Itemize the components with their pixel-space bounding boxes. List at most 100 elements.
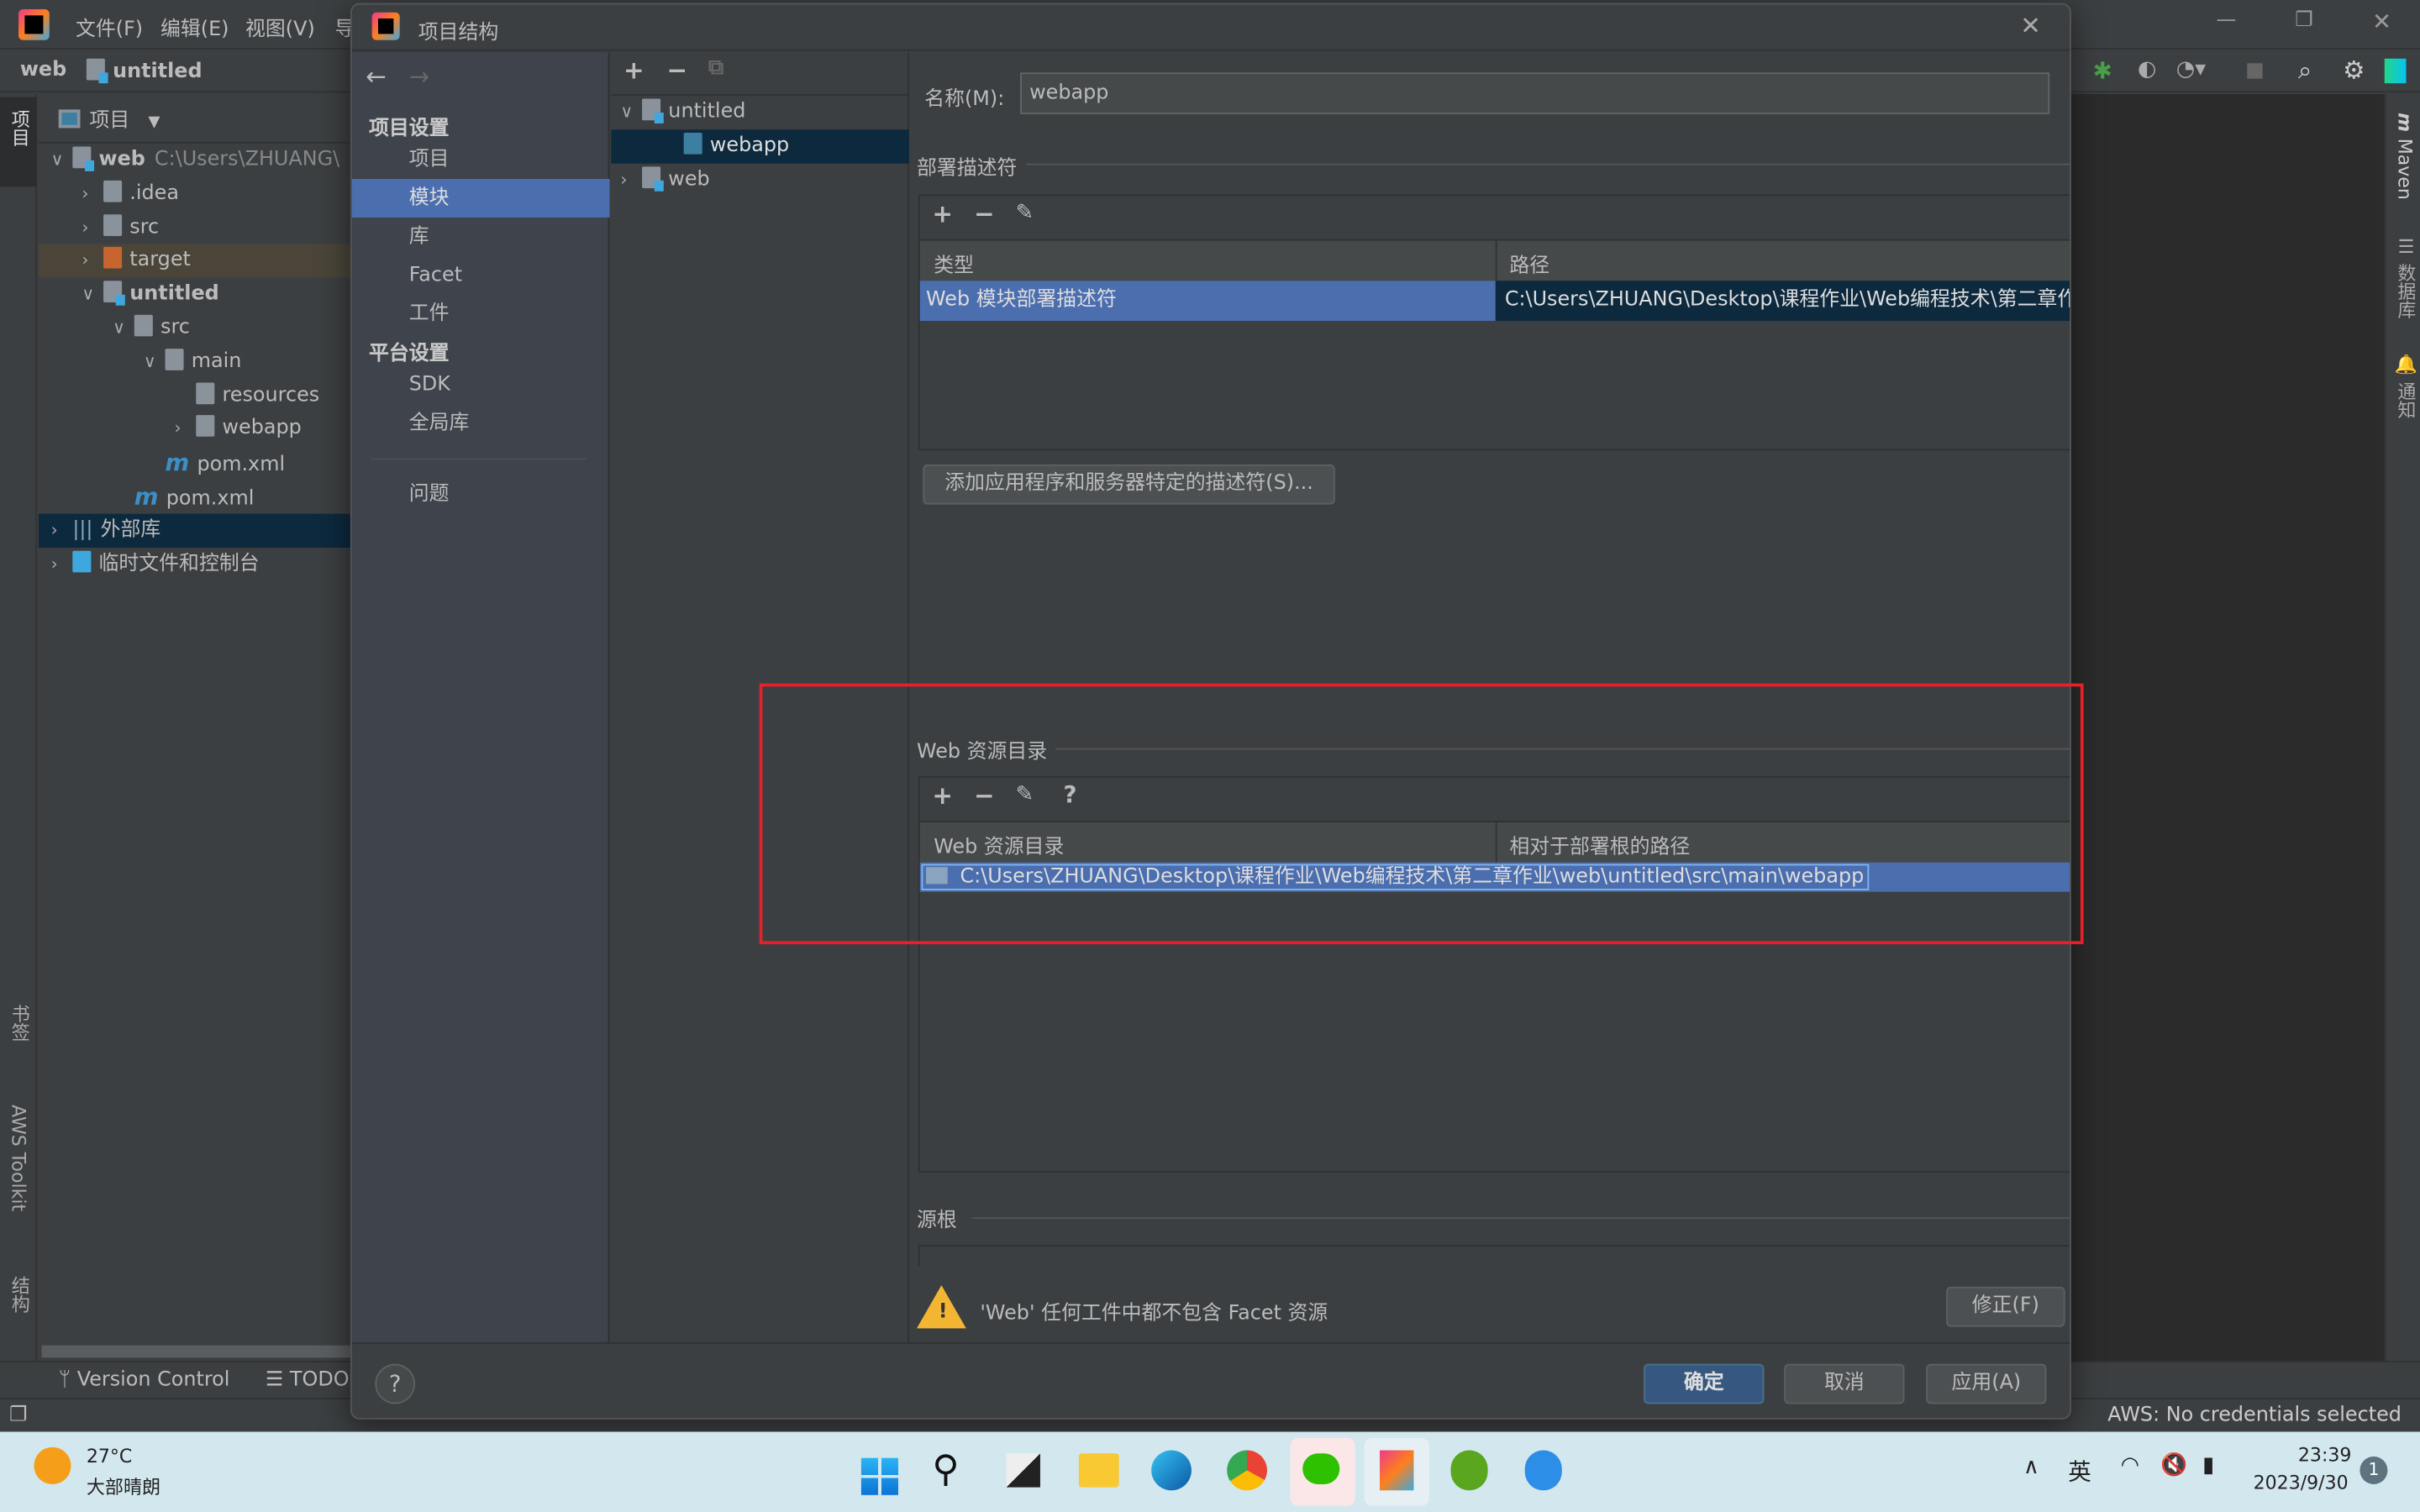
- copy-module-button[interactable]: ⧉: [708, 55, 723, 80]
- project-tree-item[interactable]: › 临时文件和控制台: [39, 547, 350, 580]
- chevron-down-icon[interactable]: ∨: [113, 312, 134, 345]
- project-tree-item[interactable]: resources: [39, 379, 350, 412]
- project-tree-item[interactable]: m pom.xml: [39, 480, 350, 513]
- help-button[interactable]: ?: [375, 1363, 416, 1404]
- descriptor-type-cell[interactable]: Web 模块部署描述符: [919, 281, 1496, 322]
- project-tree-item[interactable]: › ||| 外部库: [38, 513, 350, 548]
- project-tree-item[interactable]: › .idea: [39, 177, 350, 211]
- chevron-right-icon[interactable]: ›: [82, 244, 103, 278]
- chevron-right-icon[interactable]: ›: [51, 547, 73, 580]
- ok-button[interactable]: 确定: [1644, 1363, 1765, 1404]
- chevron-right-icon[interactable]: ›: [82, 211, 103, 244]
- project-tree-item[interactable]: ∨ untitled: [39, 278, 350, 312]
- breadcrumb-web[interactable]: web: [20, 59, 66, 82]
- tab-version-control[interactable]: ᛘ Version Control: [59, 1368, 230, 1392]
- tree-item-web[interactable]: › web: [611, 164, 908, 197]
- project-view-selector[interactable]: 项目 ▼: [58, 103, 160, 133]
- apply-button[interactable]: 应用(A): [1926, 1363, 2047, 1404]
- nav-item-facets[interactable]: Facet: [352, 256, 610, 295]
- gear-icon[interactable]: ⚙: [2343, 55, 2365, 85]
- tab-todo[interactable]: ☰ TODO: [266, 1368, 350, 1392]
- chevron-right-icon[interactable]: ›: [51, 513, 73, 547]
- name-input[interactable]: [1020, 72, 2050, 114]
- chevron-right-icon[interactable]: ›: [82, 177, 103, 211]
- breadcrumb-untitled[interactable]: untitled: [86, 58, 203, 84]
- nav-item-modules[interactable]: 模块: [351, 179, 610, 218]
- descriptor-path-cell[interactable]: C:\Users\ZHUANG\Desktop\课程作业\Web编程技术\第二章…: [1495, 281, 2070, 322]
- notification-badge[interactable]: 1: [2360, 1456, 2388, 1484]
- paint-icon[interactable]: [1524, 1450, 1562, 1491]
- aws-status[interactable]: AWS: No credentials selected: [2107, 1404, 2402, 1427]
- debug-icon[interactable]: ✱: [2093, 57, 2112, 85]
- tool-project[interactable]: 项目: [8, 109, 34, 146]
- tool-database[interactable]: ☰ 数据库: [2394, 236, 2420, 319]
- battery-icon[interactable]: ▮: [2202, 1453, 2214, 1478]
- start-button[interactable]: [850, 1447, 902, 1499]
- dialog-close-button[interactable]: ✕: [2020, 11, 2041, 40]
- chevron-down-icon[interactable]: ∨: [51, 144, 73, 177]
- project-tree-item[interactable]: ∨ src: [39, 312, 350, 345]
- close-window-button[interactable]: ✕: [2372, 8, 2391, 35]
- nav-item-problems[interactable]: 问题: [352, 475, 610, 514]
- remove-module-button[interactable]: −: [666, 55, 687, 85]
- add-server-descriptor-button[interactable]: 添加应用程序和服务器特定的描述符(S)...: [923, 464, 1335, 505]
- ime-indicator[interactable]: 英: [2068, 1455, 2091, 1488]
- search-icon[interactable]: ⌕: [2298, 55, 2312, 87]
- add-module-button[interactable]: +: [623, 55, 644, 85]
- tool-structure[interactable]: 结构: [8, 1276, 34, 1313]
- chevron-right-icon[interactable]: ›: [175, 412, 197, 446]
- layout-icon[interactable]: ❐: [9, 1404, 27, 1427]
- profile-icon[interactable]: ◔▾: [2176, 57, 2206, 81]
- volume-muted-icon[interactable]: 🔇: [2160, 1453, 2187, 1478]
- task-view-icon[interactable]: [1006, 1453, 1040, 1488]
- project-tree-item[interactable]: › src: [39, 211, 350, 244]
- wifi-icon[interactable]: ◠: [2121, 1453, 2139, 1478]
- coverage-icon[interactable]: ◐: [2138, 57, 2156, 81]
- chevron-down-icon[interactable]: ∨: [82, 278, 103, 312]
- menu-view[interactable]: 视图(V): [245, 13, 315, 42]
- nav-item-artifacts[interactable]: 工件: [352, 295, 610, 333]
- toolbox-icon[interactable]: [2384, 58, 2407, 84]
- tool-bookmarks[interactable]: 书签: [8, 1005, 34, 1042]
- project-tree-item[interactable]: ∨ web C:\Users\ZHUANG\: [39, 144, 350, 177]
- cancel-button[interactable]: 取消: [1784, 1363, 1905, 1404]
- project-tree-item[interactable]: › target: [38, 244, 350, 279]
- restore-button[interactable]: ❐: [2295, 9, 2312, 33]
- file-explorer-icon[interactable]: [1078, 1453, 1119, 1488]
- column-path[interactable]: 路径: [1509, 249, 1549, 278]
- chrome-icon[interactable]: [1227, 1450, 1267, 1491]
- column-type[interactable]: 类型: [934, 249, 974, 278]
- stop-icon[interactable]: [2247, 63, 2263, 79]
- nav-item-libraries[interactable]: 库: [352, 218, 610, 256]
- edit-descriptor-button[interactable]: ✎: [1016, 201, 1034, 225]
- clock-date[interactable]: 2023/9/30: [2254, 1472, 2349, 1494]
- weather-desc[interactable]: 大部晴朗: [87, 1473, 160, 1499]
- add-descriptor-button[interactable]: +: [932, 199, 953, 228]
- horizontal-scrollbar[interactable]: [41, 1345, 350, 1358]
- menu-edit[interactable]: 编辑(E): [160, 13, 229, 42]
- app-icon[interactable]: [1450, 1450, 1488, 1491]
- project-tree-item[interactable]: m pom.xml: [39, 446, 350, 480]
- remove-descriptor-button[interactable]: −: [974, 199, 995, 228]
- intellij-taskbar-icon[interactable]: [1364, 1437, 1429, 1506]
- chevron-down-icon[interactable]: ∨: [144, 345, 166, 379]
- tool-notifications[interactable]: 🔔 通知: [2394, 354, 2420, 419]
- search-taskbar-icon[interactable]: ⚲: [932, 1447, 959, 1490]
- clock-time[interactable]: 23:39: [2298, 1444, 2352, 1466]
- minimize-button[interactable]: —: [2217, 9, 2237, 33]
- fix-button[interactable]: 修正(F): [1946, 1286, 2065, 1327]
- edge-icon[interactable]: [1151, 1450, 1192, 1491]
- tool-aws-toolkit[interactable]: AWS Toolkit: [8, 1105, 29, 1211]
- tool-maven[interactable]: m Maven: [2394, 113, 2416, 200]
- nav-item-project[interactable]: 项目: [352, 140, 610, 179]
- weather-temp[interactable]: 27°C: [87, 1446, 132, 1467]
- forward-button[interactable]: →: [409, 61, 430, 91]
- project-tree-item[interactable]: ∨ main: [39, 345, 350, 379]
- menu-file[interactable]: 文件(F): [76, 13, 143, 42]
- nav-item-sdk[interactable]: SDK: [352, 365, 610, 404]
- wechat-icon[interactable]: [1290, 1437, 1355, 1506]
- project-tree-item[interactable]: › webapp: [39, 412, 350, 446]
- tree-item-untitled[interactable]: ∨ untitled: [611, 96, 908, 129]
- nav-item-global-libraries[interactable]: 全局库: [352, 404, 610, 443]
- chevron-up-icon[interactable]: ∧: [2023, 1455, 2039, 1479]
